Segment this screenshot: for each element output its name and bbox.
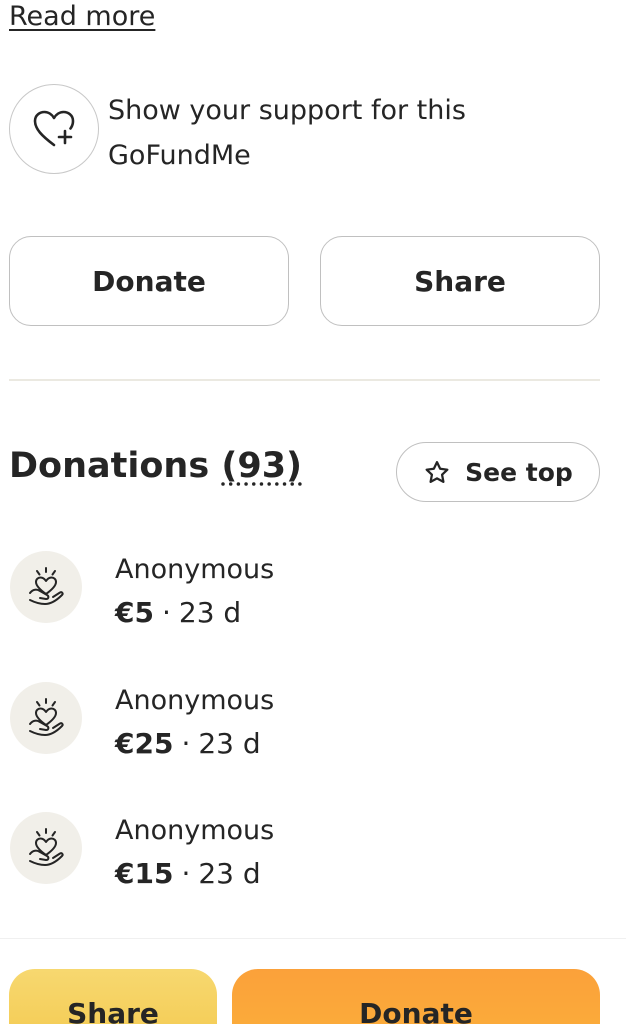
donor-avatar [10, 812, 82, 884]
donation-item: Anonymous €15 · 23 d [10, 812, 274, 896]
bottom-donate-button[interactable]: Donate [232, 969, 600, 1024]
donor-avatar [10, 682, 82, 754]
donor-avatar [10, 551, 82, 623]
donation-time: 23 d [198, 857, 261, 890]
read-more-link[interactable]: Read more [9, 0, 155, 34]
donations-heading: Donations (93) [9, 440, 302, 492]
support-text: Show your support for this GoFundMe [108, 95, 466, 171]
share-button[interactable]: Share [320, 236, 600, 326]
donation-item: Anonymous €25 · 23 d [10, 682, 274, 766]
donation-amount: €5 [115, 596, 154, 629]
donation-amount: €25 [115, 727, 174, 760]
bottom-donate-label: Donate [359, 997, 473, 1024]
donor-name: Anonymous [115, 815, 275, 846]
donations-count[interactable]: (93) [221, 446, 302, 486]
hand-heart-icon [29, 698, 64, 736]
action-buttons: Donate Share [9, 236, 600, 326]
see-top-label: See top [465, 457, 573, 487]
bottom-bar-divider [0, 938, 626, 939]
heart-plus-icon [33, 110, 75, 147]
hand-heart-icon [29, 828, 64, 866]
bottom-share-label: Share [67, 997, 159, 1024]
donation-item: Anonymous €5 · 23 d [10, 551, 274, 635]
section-divider [9, 379, 600, 381]
donor-name: Anonymous [115, 554, 275, 585]
donation-time: 23 d [198, 727, 261, 760]
bottom-share-button[interactable]: Share [9, 969, 217, 1024]
hand-heart-icon [29, 567, 64, 605]
donations-title: Donations [9, 446, 210, 486]
donation-amount: €15 [115, 857, 174, 890]
donate-button[interactable]: Donate [9, 236, 289, 326]
donation-time: 23 d [178, 596, 242, 629]
donor-name: Anonymous [115, 685, 275, 716]
support-heart-button[interactable] [9, 84, 99, 174]
support-row[interactable]: Show your support for this GoFundMe [9, 84, 488, 178]
star-icon [425, 460, 449, 483]
see-top-button[interactable]: See top [396, 442, 600, 502]
